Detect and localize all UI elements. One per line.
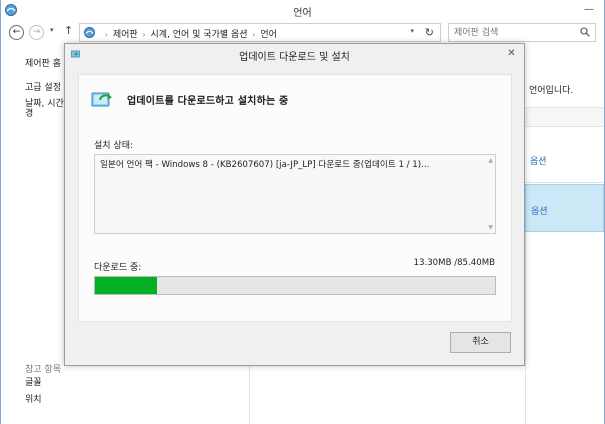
address-dropdown[interactable]: ▾: [410, 27, 414, 35]
install-status-box[interactable]: 일본어 언어 팩 - Windows 8 - (KB2607607) [ja-J…: [94, 154, 496, 234]
status-scrollbar[interactable]: ▲ ▼: [484, 155, 495, 233]
address-bar-row: ← → ▾ ↑ › 제어판 › 시계, 언어 및 국가별 옵션 › 언어 ▾ ↻: [1, 22, 604, 44]
column-divider: [525, 232, 526, 424]
up-arrow-icon[interactable]: ↑: [64, 24, 73, 37]
crumb-separator[interactable]: ›: [143, 31, 146, 39]
see-also-heading: 참고 항목: [25, 365, 61, 375]
dialog-heading: 업데이트를 다운로드하고 설치하는 중: [127, 96, 289, 107]
close-icon[interactable]: ✕: [504, 46, 519, 61]
cancel-button[interactable]: 취소: [450, 332, 511, 353]
content-description: 언어입니다.: [529, 86, 574, 96]
sidebar-link-date-time-cont[interactable]: 경: [25, 108, 33, 120]
language-options-link[interactable]: 옵션: [531, 204, 548, 217]
download-progress-bar: [94, 276, 496, 295]
sidebar-link-advanced-settings[interactable]: 고급 설정: [25, 82, 61, 94]
search-box[interactable]: [448, 23, 596, 42]
window-title: 언어: [293, 8, 312, 19]
language-options-link[interactable]: 옵션: [530, 154, 547, 167]
install-status-label: 설치 상태:: [94, 141, 134, 151]
breadcrumb-item-clock-language-region[interactable]: 시계, 언어 및 국가별 옵션: [150, 30, 247, 40]
refresh-icon[interactable]: ↻: [425, 26, 434, 39]
download-label: 다운로드 중:: [94, 263, 142, 273]
minimize-button[interactable]: —: [584, 4, 594, 15]
scroll-down-arrow-icon[interactable]: ▼: [488, 224, 493, 231]
download-install-dialog: 업데이트 다운로드 및 설치 ✕ 업데이트를 다운로드하고 설치하는 중 설치 …: [64, 43, 525, 366]
sidebar-home-link[interactable]: 제어판 홈: [25, 56, 61, 69]
dialog-content-panel: 업데이트를 다운로드하고 설치하는 중 설치 상태: 일본어 언어 팩 - Wi…: [78, 74, 512, 322]
install-status-text: 일본어 언어 팩 - Windows 8 - (KB2607607) [ja-J…: [100, 160, 430, 170]
dialog-title: 업데이트 다운로드 및 설치: [239, 52, 350, 63]
back-arrow-icon[interactable]: ←: [9, 25, 24, 40]
see-also-link-fonts[interactable]: 글꼴: [25, 377, 42, 389]
download-progress-fill: [95, 277, 158, 294]
windows-update-icon: [91, 92, 112, 107]
dialog-titlebar: 업데이트 다운로드 및 설치 ✕: [65, 44, 524, 64]
search-input[interactable]: [454, 26, 574, 39]
crumb-separator[interactable]: ›: [253, 31, 256, 39]
control-panel-icon: [84, 27, 95, 38]
breadcrumb: › 제어판 › 시계, 언어 및 국가별 옵션 › 언어: [100, 27, 277, 40]
forward-arrow-icon[interactable]: →: [29, 25, 44, 40]
recent-locations-dropdown[interactable]: ▾: [50, 26, 54, 34]
see-also-link-location[interactable]: 위치: [25, 394, 42, 406]
scroll-up-arrow-icon[interactable]: ▲: [488, 157, 493, 164]
search-icon[interactable]: [580, 27, 590, 37]
download-size: 13.30MB /85.40MB: [413, 258, 495, 268]
language-list-row[interactable]: 옵션: [525, 135, 604, 183]
language-list-row-selected[interactable]: 옵션: [525, 184, 604, 232]
content-divider: [249, 365, 250, 424]
address-box[interactable]: › 제어판 › 시계, 언어 및 국가별 옵션 › 언어 ▾ ↻: [79, 23, 441, 42]
language-list-header: [525, 107, 604, 127]
breadcrumb-item-language[interactable]: 언어: [260, 30, 277, 40]
breadcrumb-item-control-panel[interactable]: 제어판: [113, 30, 138, 40]
crumb-separator: ›: [105, 31, 108, 39]
window-titlebar: 언어 —: [1, 0, 604, 20]
